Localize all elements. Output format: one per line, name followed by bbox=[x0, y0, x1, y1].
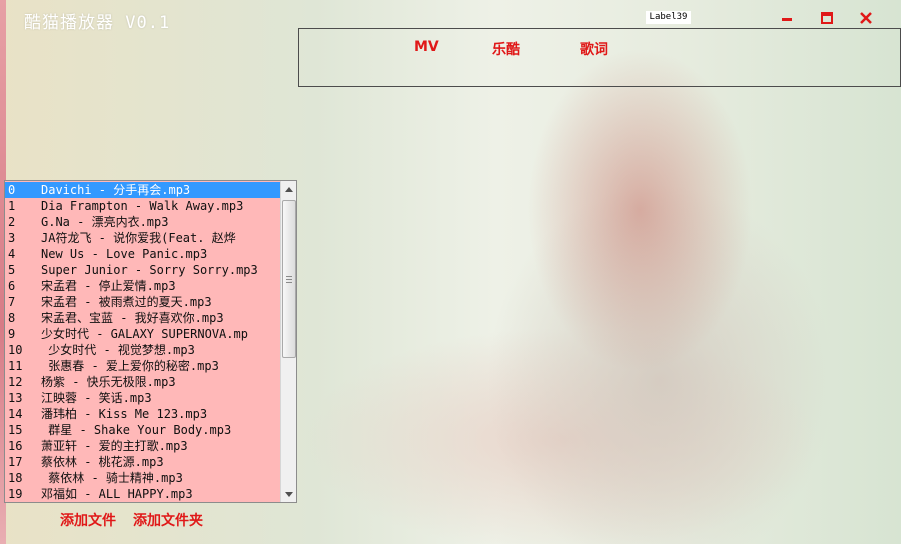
scroll-up-button[interactable] bbox=[281, 181, 296, 197]
list-item[interactable]: 10 少女时代 - 视觉梦想.mp3 bbox=[5, 342, 280, 358]
track-name: New Us - Love Panic.mp3 bbox=[41, 247, 208, 261]
track-number: 15 bbox=[8, 423, 23, 437]
list-item[interactable]: 2 G.Na - 漂亮内衣.mp3 bbox=[5, 214, 280, 230]
list-item[interactable]: 17 蔡依林 - 桃花源.mp3 bbox=[5, 454, 280, 470]
list-item[interactable]: 3 JA符龙飞 - 说你爱我(Feat. 赵烨 bbox=[5, 230, 280, 246]
track-name: 蔡依林 - 桃花源.mp3 bbox=[41, 455, 164, 469]
list-item[interactable]: 9 少女时代 - GALAXY SUPERNOVA.mp bbox=[5, 326, 280, 342]
tab-mv[interactable]: MV bbox=[414, 39, 439, 55]
track-number: 12 bbox=[8, 375, 23, 389]
app-title: 酷猫播放器 V0.1 bbox=[24, 13, 171, 33]
list-item[interactable]: 11 张惠春 - 爱上爱你的秘密.mp3 bbox=[5, 358, 280, 374]
track-number: 11 bbox=[8, 359, 23, 373]
track-number: 7 bbox=[8, 295, 16, 309]
nav-panel: MV 乐酷 歌词 bbox=[298, 28, 901, 87]
add-file-button[interactable]: 添加文件 bbox=[60, 510, 116, 530]
track-number: 2 bbox=[8, 215, 16, 229]
label-box: Label39 bbox=[646, 11, 691, 24]
track-name: Dia Frampton - Walk Away.mp3 bbox=[41, 199, 244, 213]
list-item[interactable]: 8 宋孟君、宝蓝 - 我好喜欢你.mp3 bbox=[5, 310, 280, 326]
track-number: 18 bbox=[8, 471, 23, 485]
add-folder-button[interactable]: 添加文件夹 bbox=[133, 510, 203, 530]
list-item[interactable]: 1 Dia Frampton - Walk Away.mp3 bbox=[5, 198, 280, 214]
track-number: 0 bbox=[8, 183, 16, 197]
track-name: 杨紫 - 快乐无极限.mp3 bbox=[41, 375, 176, 389]
track-number: 9 bbox=[8, 327, 16, 341]
track-number: 10 bbox=[8, 343, 23, 357]
track-name: 萧亚轩 - 爱的主打歌.mp3 bbox=[41, 439, 188, 453]
tab-lekuo[interactable]: 乐酷 bbox=[492, 39, 520, 59]
maximize-icon bbox=[820, 11, 833, 24]
track-name: 江映蓉 - 笑话.mp3 bbox=[41, 391, 152, 405]
track-name: 宋孟君 - 被雨煮过的夏天.mp3 bbox=[41, 295, 212, 309]
track-name: 宋孟君、宝蓝 - 我好喜欢你.mp3 bbox=[41, 311, 224, 325]
track-number: 5 bbox=[8, 263, 16, 277]
close-button[interactable] bbox=[859, 11, 872, 24]
track-name: 蔡依林 - 骑士精神.mp3 bbox=[41, 471, 183, 485]
track-name: 张惠春 - 爱上爱你的秘密.mp3 bbox=[41, 359, 219, 373]
list-item[interactable]: 16 萧亚轩 - 爱的主打歌.mp3 bbox=[5, 438, 280, 454]
track-number: 14 bbox=[8, 407, 23, 421]
track-number: 8 bbox=[8, 311, 16, 325]
track-name: Super Junior - Sorry Sorry.mp3 bbox=[41, 263, 258, 277]
chevron-down-icon bbox=[285, 491, 293, 497]
track-name: G.Na - 漂亮内衣.mp3 bbox=[41, 215, 169, 229]
track-number: 3 bbox=[8, 231, 16, 245]
track-name: JA符龙飞 - 说你爱我(Feat. 赵烨 bbox=[41, 231, 236, 245]
playlist-scrollbar[interactable] bbox=[280, 181, 296, 502]
track-number: 1 bbox=[8, 199, 16, 213]
list-item[interactable]: 4 New Us - Love Panic.mp3 bbox=[5, 246, 280, 262]
grip-icon bbox=[286, 275, 292, 283]
track-number: 19 bbox=[8, 487, 23, 501]
scroll-thumb[interactable] bbox=[282, 200, 296, 358]
track-name: 潘玮柏 - Kiss Me 123.mp3 bbox=[41, 407, 208, 421]
track-name: 邓福如 - ALL HAPPY.mp3 bbox=[41, 487, 193, 501]
list-item[interactable]: 19 邓福如 - ALL HAPPY.mp3 bbox=[5, 486, 280, 502]
list-item[interactable]: 15 群星 - Shake Your Body.mp3 bbox=[5, 422, 280, 438]
track-name: 宋孟君 - 停止爱情.mp3 bbox=[41, 279, 176, 293]
close-icon bbox=[859, 11, 872, 24]
track-name: 少女时代 - GALAXY SUPERNOVA.mp bbox=[41, 327, 248, 341]
track-name: Davichi - 分手再会.mp3 bbox=[41, 183, 191, 197]
maximize-button[interactable] bbox=[820, 11, 833, 24]
scroll-down-button[interactable] bbox=[281, 486, 296, 502]
track-name: 少女时代 - 视觉梦想.mp3 bbox=[41, 343, 195, 357]
track-number: 4 bbox=[8, 247, 16, 261]
track-number: 13 bbox=[8, 391, 23, 405]
playlist-listbox[interactable]: 0 Davichi - 分手再会.mp3 1 Dia Frampton - Walk … bbox=[4, 180, 297, 503]
list-item[interactable]: 0 Davichi - 分手再会.mp3 bbox=[5, 182, 280, 198]
list-item[interactable]: 6 宋孟君 - 停止爱情.mp3 bbox=[5, 278, 280, 294]
track-number: 17 bbox=[8, 455, 23, 469]
list-item[interactable]: 12 杨紫 - 快乐无极限.mp3 bbox=[5, 374, 280, 390]
list-item[interactable]: 18 蔡依林 - 骑士精神.mp3 bbox=[5, 470, 280, 486]
list-item[interactable]: 14 潘玮柏 - Kiss Me 123.mp3 bbox=[5, 406, 280, 422]
chevron-up-icon bbox=[285, 186, 293, 192]
track-number: 6 bbox=[8, 279, 16, 293]
minimize-icon bbox=[781, 17, 792, 21]
track-number: 16 bbox=[8, 439, 23, 453]
list-item[interactable]: 7 宋孟君 - 被雨煮过的夏天.mp3 bbox=[5, 294, 280, 310]
track-name: 群星 - Shake Your Body.mp3 bbox=[41, 423, 232, 437]
list-item[interactable]: 13 江映蓉 - 笑话.mp3 bbox=[5, 390, 280, 406]
list-item[interactable]: 5 Super Junior - Sorry Sorry.mp3 bbox=[5, 262, 280, 278]
tab-lyrics[interactable]: 歌词 bbox=[580, 39, 608, 59]
playlist-rows: 0 Davichi - 分手再会.mp3 1 Dia Frampton - Walk … bbox=[5, 182, 280, 502]
minimize-button[interactable] bbox=[780, 11, 793, 24]
